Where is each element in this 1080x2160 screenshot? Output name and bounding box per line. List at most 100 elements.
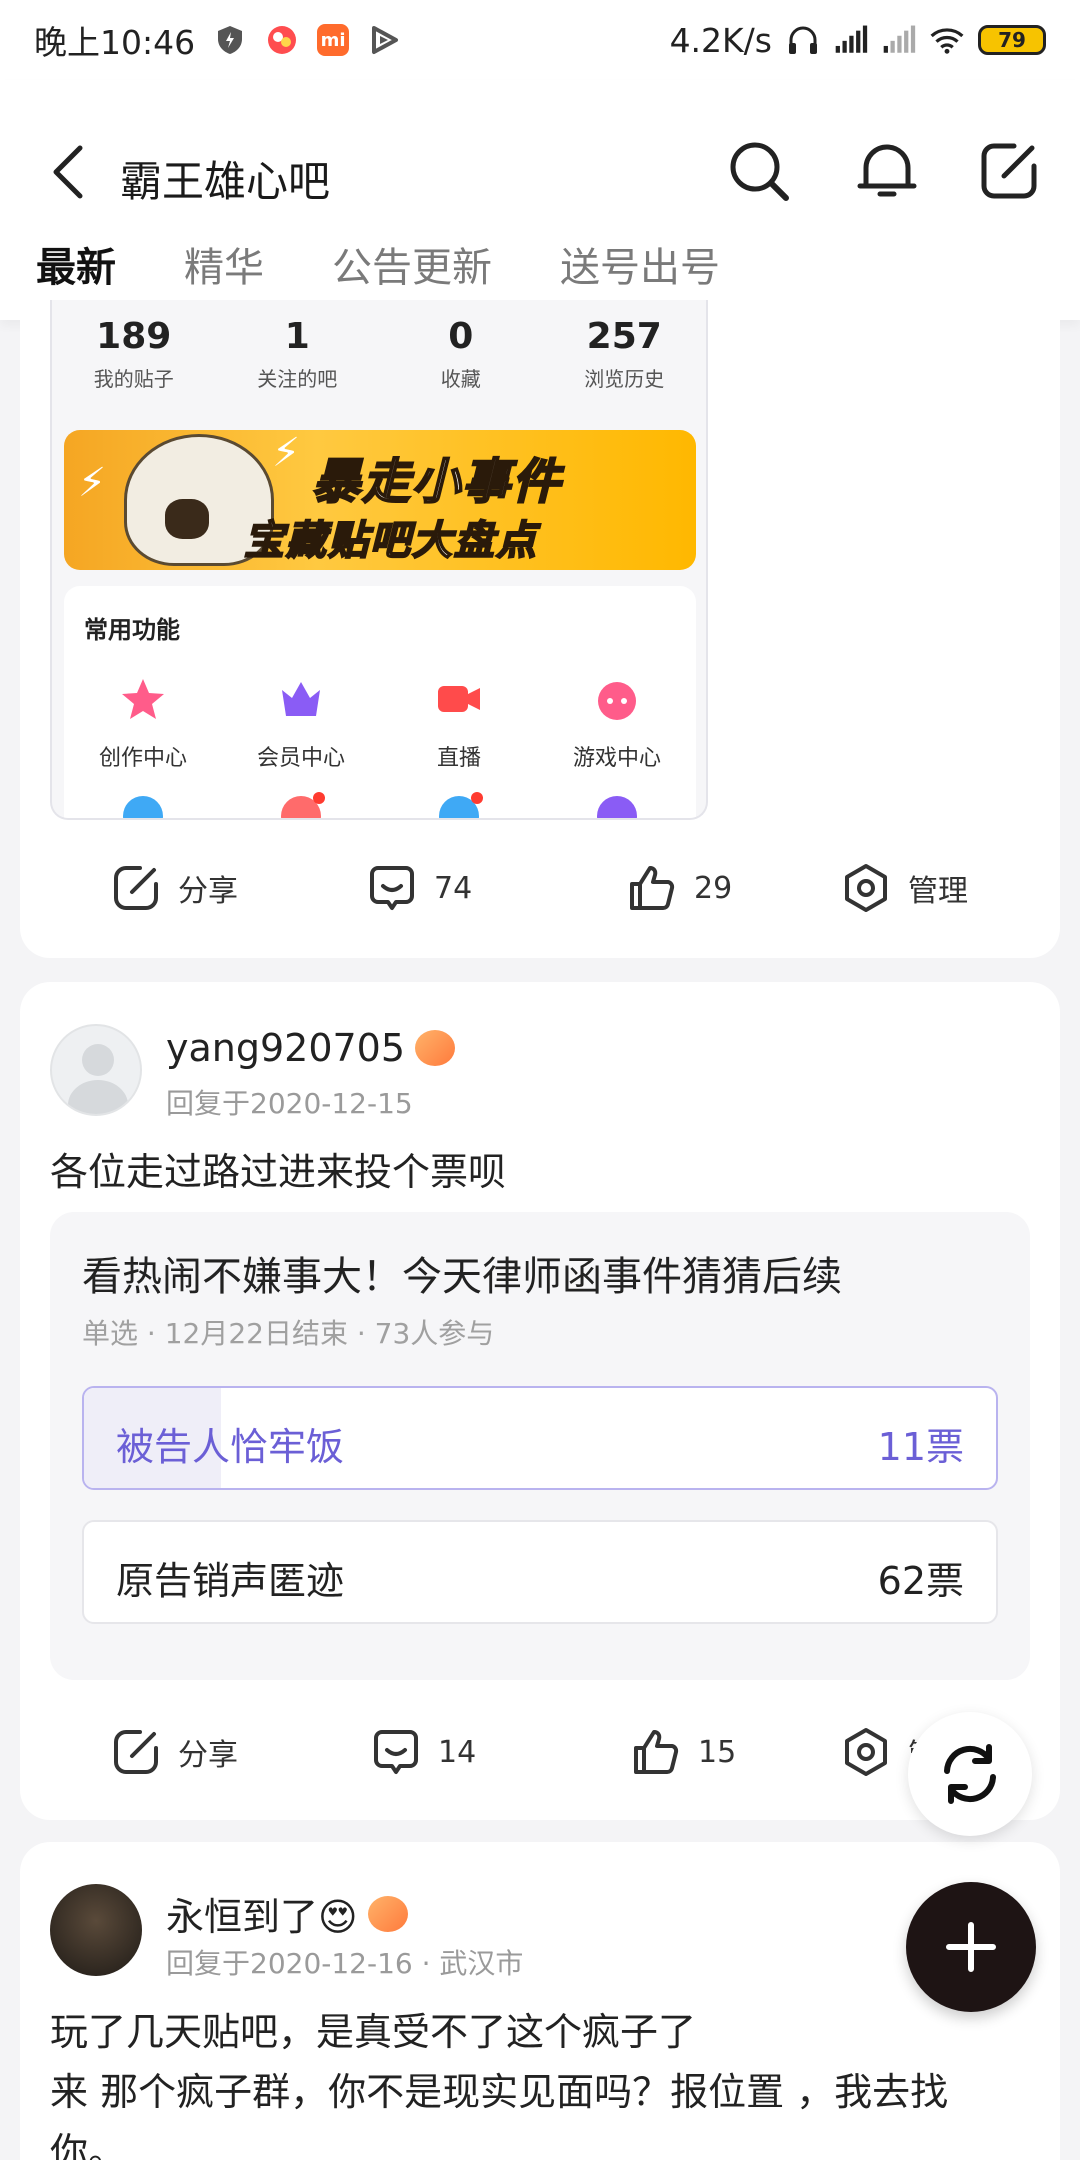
avatar[interactable]: [50, 1024, 142, 1116]
post-author[interactable]: yang920705: [166, 1026, 456, 1070]
func-game-center: 游戏中心: [538, 676, 696, 772]
poll-option[interactable]: 原告销声匿迹 62票: [82, 1520, 998, 1624]
func-row2-item: [380, 792, 538, 818]
refresh-icon: [944, 1744, 996, 1804]
func-row2-item: [64, 796, 222, 818]
video-camera-icon: [436, 676, 482, 722]
func-row2-item: [222, 792, 380, 818]
post-text: 玩了几天贴吧，是真受不了这个疯子了 来 那个疯子群，你不是现实见面吗？报位置 ，…: [50, 2002, 1040, 2160]
banner-subtitle: 宝藏贴吧大盘点: [243, 517, 538, 565]
refresh-button[interactable]: [908, 1712, 1032, 1836]
star-icon: [120, 676, 166, 722]
func-label: 游戏中心: [572, 746, 661, 771]
post-card[interactable]: 189 我的贴子 1 关注的吧 0 收藏 257 浏览历史 ⚡ ⚡ 暴走小事件 …: [20, 300, 1060, 958]
post-text-line: 玩了几天贴吧，是真受不了这个疯子了: [50, 2010, 697, 2054]
edit-icon[interactable]: [974, 136, 1044, 206]
common-functions-panel: 常用功能 创作中心 会员中心 直播 游戏中心: [64, 586, 696, 818]
comment-count: 14: [438, 1734, 477, 1770]
post-text-line: 你。: [50, 2130, 127, 2160]
network-speed: 4.2K/s: [669, 20, 772, 60]
signal-weak-icon: [882, 23, 916, 57]
stat-value: 1: [284, 316, 310, 357]
tab-announcements[interactable]: 公告更新: [332, 240, 492, 296]
func-member-center: 会员中心: [222, 676, 380, 772]
back-icon[interactable]: [46, 142, 90, 202]
option-label: 原告销声匿迹: [116, 1559, 345, 1603]
post-meta: 回复于2020-12-16 · 武汉市: [166, 1947, 524, 1980]
signal-icon: [834, 23, 868, 57]
post-meta: 回复于2020-12-15: [166, 1087, 413, 1120]
forum-header: 霸王雄心吧 最新 精华 公告更新 送号出号: [0, 80, 1080, 320]
post-text-line: 来 那个疯子群，你不是现实见面吗？报位置 ，我去找: [50, 2070, 949, 2114]
lightning-icon: ⚡: [272, 430, 301, 476]
play-icon: [367, 23, 401, 57]
new-post-button[interactable]: [906, 1882, 1036, 2012]
share-icon: [114, 866, 158, 910]
post-text: 各位走过路过进来投个票呗: [50, 1150, 507, 1194]
like-button[interactable]: 29: [626, 862, 732, 914]
comment-button[interactable]: 74: [366, 862, 472, 914]
status-bar: 晚上10:46 mi 4.2K/s 79: [0, 0, 1080, 80]
post-card[interactable]: 永恒到了😍 回复于2020-12-16 · 武汉市 玩了几天贴吧，是真受不了这个…: [20, 1842, 1060, 2160]
poll-meta: 单选 · 12月22日结束 · 73人参与: [82, 1317, 495, 1350]
stat-favorites: 0 收藏: [379, 300, 543, 400]
stat-label: 我的贴子: [93, 367, 174, 391]
func-label: 会员中心: [256, 746, 345, 771]
share-button[interactable]: 分享: [110, 1726, 238, 1778]
func-row2-item: [538, 796, 696, 818]
shield-icon: [213, 23, 247, 57]
bell-icon[interactable]: [852, 136, 922, 206]
stat-value: 0: [448, 316, 474, 357]
status-time: 晚上10:46: [34, 23, 196, 62]
thumbs-up-icon: [630, 866, 675, 910]
app-notification-icon: [265, 23, 299, 57]
share-button[interactable]: 分享: [110, 862, 238, 914]
stat-value: 257: [586, 316, 662, 357]
stat-value: 189: [96, 316, 172, 357]
username: 永恒到了😍: [166, 1895, 358, 1939]
avatar[interactable]: [50, 1884, 142, 1976]
like-button[interactable]: 15: [630, 1726, 736, 1778]
comment-count: 74: [434, 870, 473, 906]
stat-posts: 189 我的贴子: [52, 300, 216, 400]
func-creator-center: 创作中心: [64, 676, 222, 772]
app-icon: [439, 792, 483, 818]
post-actions: 分享 74 29 管理: [20, 848, 1060, 928]
tab-latest[interactable]: 最新: [36, 240, 116, 314]
share-label: 分享: [178, 874, 238, 909]
tab-accounts[interactable]: 送号出号: [560, 240, 720, 296]
lightning-icon: ⚡: [78, 460, 107, 506]
func-label: 创作中心: [98, 746, 187, 771]
username: yang920705: [166, 1026, 406, 1070]
like-count: 15: [698, 1734, 737, 1770]
promo-banner: ⚡ ⚡ 暴走小事件 宝藏贴吧大盘点: [64, 430, 696, 570]
post-author[interactable]: 永恒到了😍: [166, 1886, 408, 1941]
manage-button[interactable]: 管理: [840, 862, 968, 914]
stat-followed: 1 关注的吧: [216, 300, 380, 400]
option-votes: 62票: [877, 1559, 964, 1603]
comment-icon: [374, 1730, 418, 1774]
option-label: 被告人恰牢饭: [116, 1425, 345, 1469]
mi-icon: mi: [317, 24, 350, 56]
embedded-screenshot[interactable]: 189 我的贴子 1 关注的吧 0 收藏 257 浏览历史 ⚡ ⚡ 暴走小事件 …: [50, 300, 708, 820]
search-icon[interactable]: [724, 136, 794, 206]
panel-title: 常用功能: [84, 616, 180, 644]
post-card[interactable]: yang920705 回复于2020-12-15 各位走过路过进来投个票呗 看热…: [20, 982, 1060, 1820]
plus-icon: [946, 1922, 996, 1972]
app-icon: [597, 796, 637, 818]
stat-history: 257 浏览历史: [543, 300, 707, 400]
tab-featured[interactable]: 精华: [184, 240, 264, 296]
stats-row: 189 我的贴子 1 关注的吧 0 收藏 257 浏览历史: [52, 300, 706, 400]
app-icon: [281, 792, 325, 818]
manage-label: 管理: [908, 874, 968, 909]
post-actions: 分享 14 15 管: [20, 1712, 1060, 1792]
crown-icon: [278, 676, 324, 722]
app-icon: [123, 796, 163, 818]
stat-label: 收藏: [440, 367, 481, 391]
forum-title: 霸王雄心吧: [120, 157, 331, 206]
poll-option[interactable]: 被告人恰牢饭 11票: [82, 1386, 998, 1490]
game-icon: [594, 676, 640, 722]
comment-button[interactable]: 14: [370, 1726, 476, 1778]
banner-title: 暴走小事件: [311, 453, 563, 511]
comment-icon: [370, 866, 414, 910]
